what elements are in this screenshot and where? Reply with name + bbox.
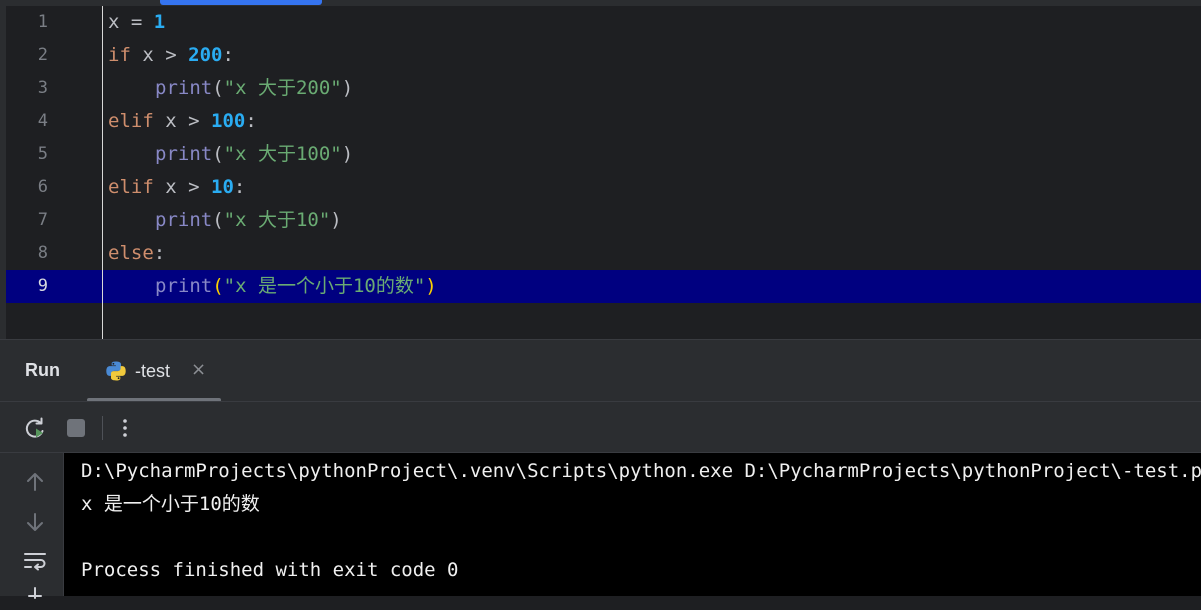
indent-guide <box>102 6 103 339</box>
code-text: print("x 大于200") <box>155 77 354 99</box>
code-line[interactable]: 3 print("x 大于200") <box>6 72 1201 105</box>
toolbar-separator <box>102 416 103 440</box>
code-text: print("x 大于100") <box>155 143 354 165</box>
console-side-toolbar <box>0 453 64 599</box>
run-config-tab[interactable]: -test × <box>87 340 221 402</box>
code-text: elif x > 10: <box>108 176 246 198</box>
code-text: print("x 是一个小于10的数") <box>155 275 437 297</box>
close-icon[interactable]: × <box>191 359 206 380</box>
code-text: x = 1 <box>108 11 166 33</box>
console-output[interactable]: D:\PycharmProjects\pythonProject\.venv\S… <box>64 453 1201 596</box>
rerun-icon[interactable] <box>22 415 48 441</box>
line-number: 3 <box>37 78 48 98</box>
line-number: 9 <box>37 276 48 296</box>
soft-wrap-icon[interactable] <box>22 548 48 574</box>
console-output-line: x 是一个小于10的数 <box>81 493 260 515</box>
arrow-down-icon[interactable] <box>22 509 48 535</box>
code-line[interactable]: 1 x = 1 <box>6 6 1201 39</box>
code-editor[interactable]: 1 x = 1 2 if x > 200: 3 print("x 大于200")… <box>0 0 1201 339</box>
line-number: 4 <box>37 111 48 131</box>
arrow-up-icon[interactable] <box>22 469 48 495</box>
line-number: 1 <box>37 12 48 32</box>
run-toolbar <box>0 401 1201 453</box>
current-code-line[interactable]: 9 print("x 是一个小于10的数") <box>6 270 1201 303</box>
code-line[interactable]: 4 elif x > 100: <box>6 105 1201 138</box>
line-number: 6 <box>37 177 48 197</box>
line-number: 8 <box>37 243 48 263</box>
code-line[interactable]: 8 else: <box>6 237 1201 270</box>
code-line[interactable]: 5 print("x 大于100") <box>6 138 1201 171</box>
code-line[interactable]: 7 print("x 大于10") <box>6 204 1201 237</box>
scroll-to-end-icon[interactable] <box>22 584 48 610</box>
python-icon <box>106 361 126 381</box>
line-number: 2 <box>37 45 48 65</box>
run-panel-title: Run <box>25 360 60 380</box>
run-tab-label: -test <box>135 361 171 381</box>
code-line[interactable]: 6 elif x > 10: <box>6 171 1201 204</box>
code-text: elif x > 100: <box>108 110 257 132</box>
code-text: else: <box>108 242 166 264</box>
code-line[interactable]: 2 if x > 200: <box>6 39 1201 72</box>
line-number: 7 <box>37 210 48 230</box>
console-exit-message: Process finished with exit code 0 <box>81 559 459 581</box>
run-tool-window-header: Run -test × <box>0 339 1201 402</box>
stop-icon[interactable] <box>63 415 89 441</box>
line-number: 5 <box>37 144 48 164</box>
active-tab-indicator <box>160 0 322 5</box>
code-text: if x > 200: <box>108 44 234 66</box>
more-options-icon[interactable] <box>112 415 138 441</box>
console-command-line: D:\PycharmProjects\pythonProject\.venv\S… <box>81 460 1201 482</box>
code-text: print("x 大于10") <box>155 209 342 231</box>
